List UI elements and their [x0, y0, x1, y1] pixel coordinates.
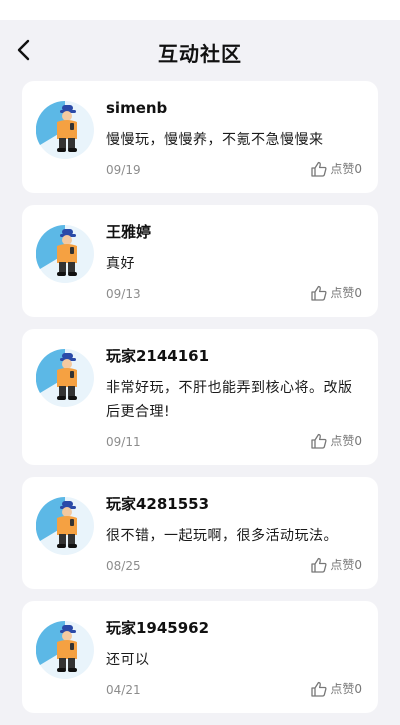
post-content: 慢慢玩，慢慢养，不氪不急慢慢来	[106, 132, 324, 148]
thumbs-up-icon	[311, 285, 327, 301]
post-username: simenb	[106, 99, 168, 117]
avatar	[36, 497, 94, 555]
like-label: 点赞	[330, 286, 355, 300]
like-count: 0	[354, 286, 362, 300]
post-content: 还可以	[106, 652, 150, 668]
post-list: simenb 慢慢玩，慢慢养，不氪不急慢慢来 09/19 点赞 0 王雅婷 真好…	[22, 81, 378, 725]
like-count: 0	[354, 162, 362, 176]
post-content: 真好	[106, 256, 135, 272]
post-username: 王雅婷	[106, 223, 152, 241]
like-label: 点赞	[330, 434, 355, 448]
post-date: 08/25	[106, 559, 141, 573]
like-button[interactable]: 点赞 0	[310, 284, 362, 302]
like-label: 点赞	[330, 682, 355, 696]
avatar	[36, 101, 94, 159]
like-count: 0	[354, 434, 362, 448]
post-content: 很不错，一起玩啊，很多活动玩法。	[106, 528, 338, 544]
thumbs-up-icon	[311, 557, 327, 573]
thumbs-up-icon	[311, 433, 327, 449]
post-content: 非常好玩，不肝也能弄到核心将。改版后更合理!	[106, 380, 353, 420]
like-count: 0	[354, 682, 362, 696]
thumbs-up-icon	[311, 161, 327, 177]
avatar	[36, 349, 94, 407]
thumbs-up-icon	[311, 681, 327, 697]
like-label: 点赞	[330, 162, 355, 176]
post-date: 04/21	[106, 683, 141, 697]
post-card[interactable]: 玩家4281553 很不错，一起玩啊，很多活动玩法。 08/25 点赞 0	[22, 477, 378, 589]
like-label: 点赞	[330, 558, 355, 572]
page-title: 互动社区	[158, 42, 242, 66]
post-username: 玩家1945962	[106, 619, 210, 637]
post-meta: 09/19 点赞 0	[106, 161, 362, 179]
post-username: 玩家4281553	[106, 495, 210, 513]
post-username: 玩家2144161	[106, 347, 210, 365]
avatar	[36, 225, 94, 283]
post-meta: 08/25 点赞 0	[106, 557, 362, 575]
header: 互动社区	[0, 20, 400, 82]
post-date: 09/11	[106, 435, 141, 449]
like-button[interactable]: 点赞 0	[310, 160, 362, 178]
post-date: 09/19	[106, 163, 141, 177]
post-meta: 09/11 点赞 0	[106, 433, 362, 451]
post-meta: 04/21 点赞 0	[106, 681, 362, 699]
avatar	[36, 621, 94, 679]
post-card[interactable]: 王雅婷 真好 09/13 点赞 0	[22, 205, 378, 317]
like-button[interactable]: 点赞 0	[310, 556, 362, 574]
post-date: 09/13	[106, 287, 141, 301]
post-card[interactable]: 玩家2144161 非常好玩，不肝也能弄到核心将。改版后更合理! 09/11 点…	[22, 329, 378, 465]
post-card[interactable]: simenb 慢慢玩，慢慢养，不氪不急慢慢来 09/19 点赞 0	[22, 81, 378, 193]
like-button[interactable]: 点赞 0	[310, 432, 362, 450]
like-count: 0	[354, 558, 362, 572]
post-meta: 09/13 点赞 0	[106, 285, 362, 303]
post-card[interactable]: 玩家1945962 还可以 04/21 点赞 0	[22, 601, 378, 713]
status-bar	[0, 0, 400, 20]
like-button[interactable]: 点赞 0	[310, 680, 362, 698]
